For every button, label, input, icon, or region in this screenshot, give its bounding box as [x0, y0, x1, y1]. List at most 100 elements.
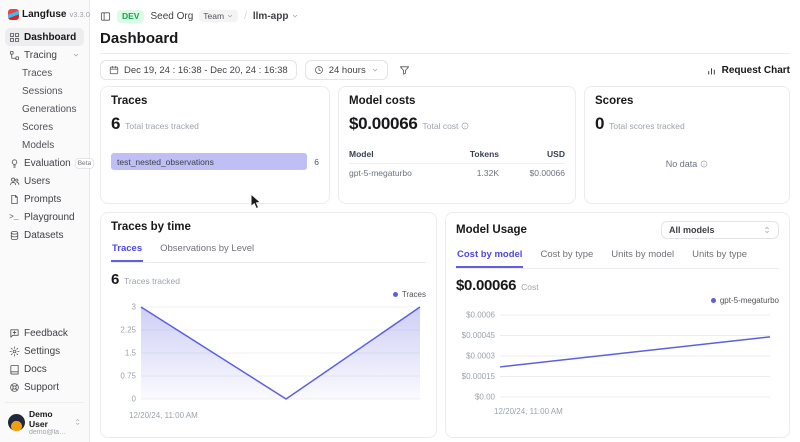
tab-units-by-type[interactable]: Units by type — [691, 245, 748, 268]
request-chart-button[interactable]: Request Chart — [706, 65, 790, 76]
traces-card: Traces 6 Total traces tracked test_neste… — [100, 86, 330, 204]
filter-button[interactable] — [396, 62, 413, 79]
main-content: DEV Seed Org Team / llm-app Dashboard De… — [90, 0, 800, 438]
user-name: Demo User — [29, 409, 70, 429]
svg-text:2.25: 2.25 — [120, 326, 136, 335]
app-logo[interactable]: Langfuse v3.3.0 — [5, 7, 84, 28]
avatar — [8, 414, 25, 431]
usd-cell: $0.00066 — [499, 168, 565, 178]
svg-text:$0.00045: $0.00045 — [462, 331, 496, 340]
cost-value: $0.00066 — [456, 277, 516, 294]
tab-units-by-model[interactable]: Units by model — [610, 245, 675, 268]
no-data-message: No data — [585, 159, 789, 169]
total-cost: $0.00066 — [349, 114, 418, 134]
svg-text:$0.00015: $0.00015 — [462, 372, 496, 381]
message-plus-icon — [9, 328, 20, 339]
tab-cost-by-type[interactable]: Cost by type — [539, 245, 594, 268]
info-icon — [461, 122, 469, 130]
topbar: DEV Seed Org Team / llm-app — [100, 6, 790, 26]
file-icon — [9, 194, 20, 205]
org-name[interactable]: Seed Org — [150, 11, 193, 22]
sidebar-item-support[interactable]: Support — [5, 379, 84, 397]
env-badge: DEV — [117, 10, 144, 23]
info-icon — [700, 160, 708, 168]
card-title: Model costs — [349, 95, 565, 107]
svg-text:3: 3 — [132, 303, 137, 312]
chevron-down-icon — [371, 66, 379, 74]
svg-text:$0.0003: $0.0003 — [466, 352, 495, 361]
trace-name-bar[interactable]: test_nested_observations — [111, 153, 307, 170]
sidebar-item-feedback[interactable]: Feedback — [5, 325, 84, 343]
sidebar-item-sessions[interactable]: Sessions — [5, 82, 84, 100]
user-email: demo@langfuse.c... — [29, 429, 70, 436]
sidebar-item-users[interactable]: Users — [5, 173, 84, 191]
chevron-down-icon — [291, 12, 299, 20]
clock-icon — [314, 65, 324, 75]
card-title: Traces by time — [111, 221, 426, 233]
svg-text:$0.00: $0.00 — [475, 393, 496, 402]
lightbulb-icon — [9, 158, 20, 169]
org-plan-badge[interactable]: Team — [199, 10, 238, 22]
sidebar-item-scores[interactable]: Scores — [5, 118, 84, 136]
model-filter-select[interactable]: All models — [661, 221, 779, 239]
sidebar-item-playground[interactable]: >_ Playground — [5, 209, 84, 227]
chevrons-up-down-icon — [74, 418, 81, 426]
sidebar: Langfuse v3.3.0 Dashboard Tracing Traces… — [0, 0, 90, 442]
date-range-picker[interactable]: Dec 19, 24 : 16:38 - Dec 20, 24 : 16:38 — [100, 60, 297, 80]
sidebar-item-dashboard[interactable]: Dashboard — [5, 28, 84, 46]
langfuse-logo-icon — [8, 9, 19, 20]
model-usage-tabs: Cost by model Cost by type Units by mode… — [456, 245, 779, 269]
traces-total: 6 — [111, 114, 120, 134]
tracing-workflow-icon — [9, 50, 20, 61]
time-window-select[interactable]: 24 hours — [305, 60, 388, 80]
sidebar-item-docs[interactable]: Docs — [5, 361, 84, 379]
sidebar-item-evaluation[interactable]: Evaluation Beta — [5, 154, 84, 173]
svg-text:1.5: 1.5 — [125, 349, 137, 358]
table-header-row: Model Tokens USD — [349, 145, 565, 164]
svg-text:0: 0 — [132, 395, 137, 404]
model-name-cell: gpt-5-megaturbo — [349, 168, 437, 178]
legend-dot — [393, 292, 398, 297]
user-menu[interactable]: Demo User demo@langfuse.c... — [5, 402, 84, 436]
chevrons-up-down-icon — [763, 226, 771, 234]
sidebar-item-datasets[interactable]: Datasets — [5, 227, 84, 245]
legend-dot — [711, 298, 716, 303]
sidebar-item-generations[interactable]: Generations — [5, 100, 84, 118]
chart-legend: Traces — [111, 290, 426, 299]
funnel-icon — [399, 65, 410, 76]
app-version: v3.3.0 — [69, 10, 89, 19]
tab-cost-by-model[interactable]: Cost by model — [456, 245, 523, 268]
lifebuoy-icon — [9, 382, 20, 393]
chevron-down-icon — [226, 12, 234, 20]
model-usage-card: Model Usage All models Cost by model Cos… — [445, 212, 790, 438]
sidebar-item-settings[interactable]: Settings — [5, 343, 84, 361]
tab-observations-by-level[interactable]: Observations by Level — [159, 239, 255, 262]
traces-by-time-chart: 00.751.52.25312/20/24, 11:00 AM — [111, 299, 425, 421]
chevron-down-icon — [72, 51, 80, 59]
sidebar-item-prompts[interactable]: Prompts — [5, 191, 84, 209]
svg-text:12/20/24, 11:00 AM: 12/20/24, 11:00 AM — [494, 407, 563, 416]
model-usage-chart: $0.00 $0.00015 $0.0003 $0.00045 $0.0006 12/20… — [456, 305, 778, 417]
dashboard-grid-icon — [9, 32, 20, 43]
trace-name-bar-row: test_nested_observations 6 — [111, 153, 319, 170]
sidebar-toggle-icon[interactable] — [100, 11, 111, 22]
traces-tracked-count: 6 — [111, 271, 119, 288]
users-icon — [9, 176, 20, 187]
terminal-icon: >_ — [9, 213, 20, 222]
traces-by-time-tabs: Traces Observations by Level — [111, 239, 426, 263]
divider — [100, 53, 790, 54]
svg-text:$0.0006: $0.0006 — [466, 311, 495, 320]
sidebar-item-models[interactable]: Models — [5, 136, 84, 154]
svg-text:0.75: 0.75 — [120, 372, 136, 381]
sidebar-item-tracing[interactable]: Tracing — [5, 46, 84, 64]
sidebar-item-traces[interactable]: Traces — [5, 64, 84, 82]
gear-icon — [9, 346, 20, 357]
tab-traces[interactable]: Traces — [111, 239, 143, 262]
traces-by-time-card: Traces by time Traces Observations by Le… — [100, 212, 437, 438]
scores-card: Scores 0 Total scores tracked No data — [584, 86, 790, 204]
beta-badge: Beta — [75, 158, 94, 170]
table-row: gpt-5-megaturbo 1.32K $0.00066 — [349, 164, 565, 182]
model-costs-card: Model costs $0.00066 Total cost Model To… — [338, 86, 576, 204]
project-switcher[interactable]: llm-app — [253, 11, 300, 22]
card-title: Scores — [595, 95, 779, 107]
